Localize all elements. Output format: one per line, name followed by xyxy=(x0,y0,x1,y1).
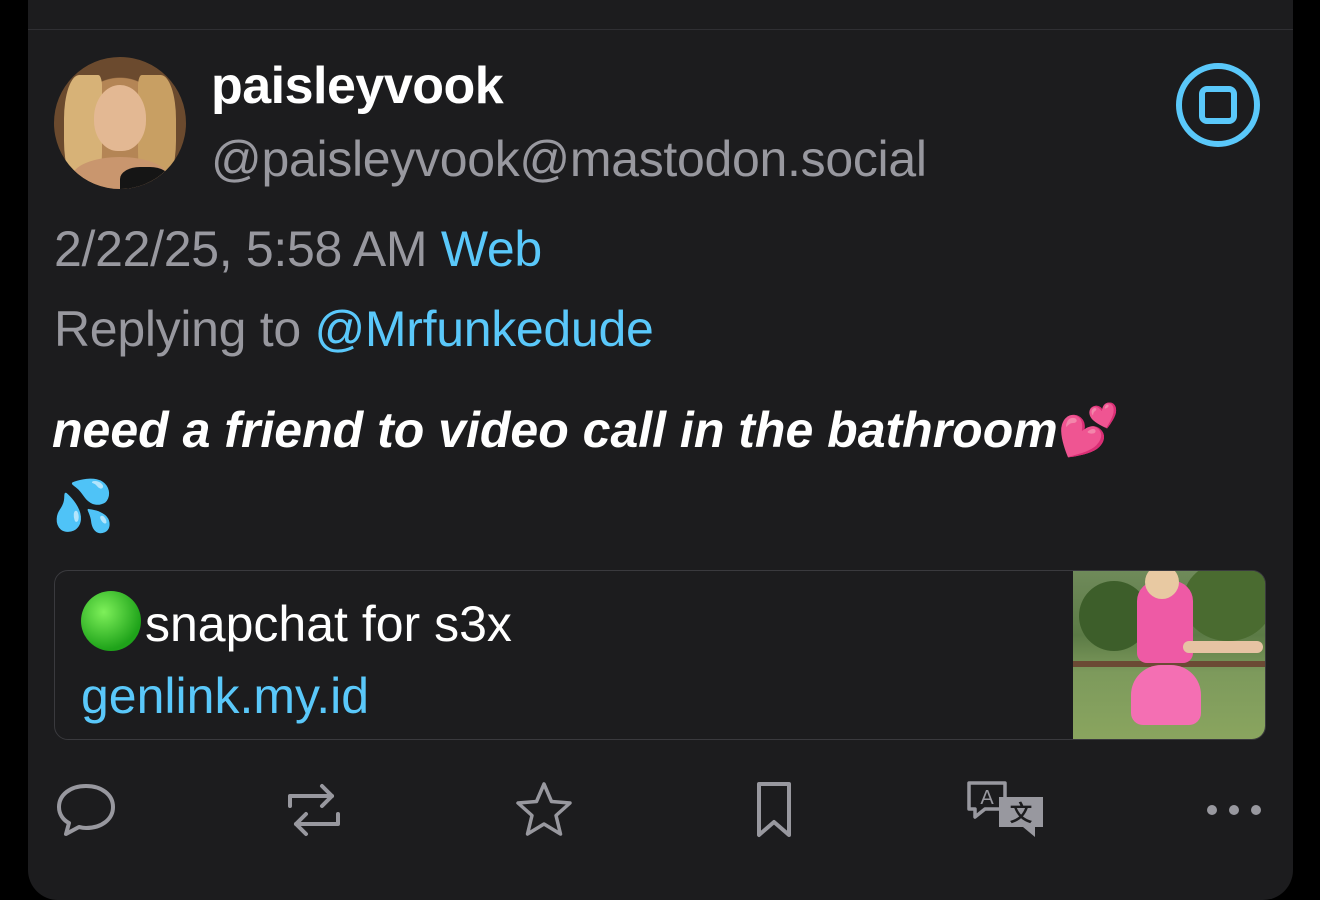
client-link[interactable]: Web xyxy=(441,221,542,277)
divider xyxy=(28,29,1293,30)
reply-context: Replying to @Mrfunkedude xyxy=(54,300,654,358)
reply-prefix: Replying to xyxy=(54,301,301,357)
link-card-thumbnail xyxy=(1073,571,1265,739)
link-card-title: snapchat for s3x xyxy=(81,591,512,653)
svg-text:文: 文 xyxy=(1010,801,1033,826)
action-bar: A文 xyxy=(54,778,1266,842)
two-hearts-emoji: 💕 xyxy=(1057,402,1120,458)
stop-icon[interactable] xyxy=(1176,63,1260,147)
display-name[interactable]: paisleyvook xyxy=(211,56,504,116)
timestamp: 2/22/25, 5:58 AM xyxy=(54,221,428,277)
green-circle-icon xyxy=(81,591,141,651)
post-meta: 2/22/25, 5:58 AM Web xyxy=(54,220,542,278)
reply-icon[interactable] xyxy=(54,778,118,842)
boost-icon[interactable] xyxy=(282,778,346,842)
bookmark-icon[interactable] xyxy=(742,778,806,842)
post-content: need a friend to video call in the bathr… xyxy=(52,392,1272,544)
svg-text:A: A xyxy=(980,787,994,809)
translate-icon[interactable]: A文 xyxy=(964,778,1048,842)
reply-to-mention[interactable]: @Mrfunkedude xyxy=(314,301,653,357)
link-preview-card[interactable]: snapchat for s3x genlink.my.id xyxy=(54,570,1266,740)
link-card-url: genlink.my.id xyxy=(81,668,370,724)
sweat-droplets-emoji: 💦 xyxy=(52,478,115,534)
account-handle[interactable]: @paisleyvook@mastodon.social xyxy=(211,130,927,188)
favourite-icon[interactable] xyxy=(512,778,576,842)
more-icon[interactable] xyxy=(1202,778,1266,842)
avatar[interactable] xyxy=(54,57,186,189)
post-text: need a friend to video call in the bathr… xyxy=(52,402,1058,458)
